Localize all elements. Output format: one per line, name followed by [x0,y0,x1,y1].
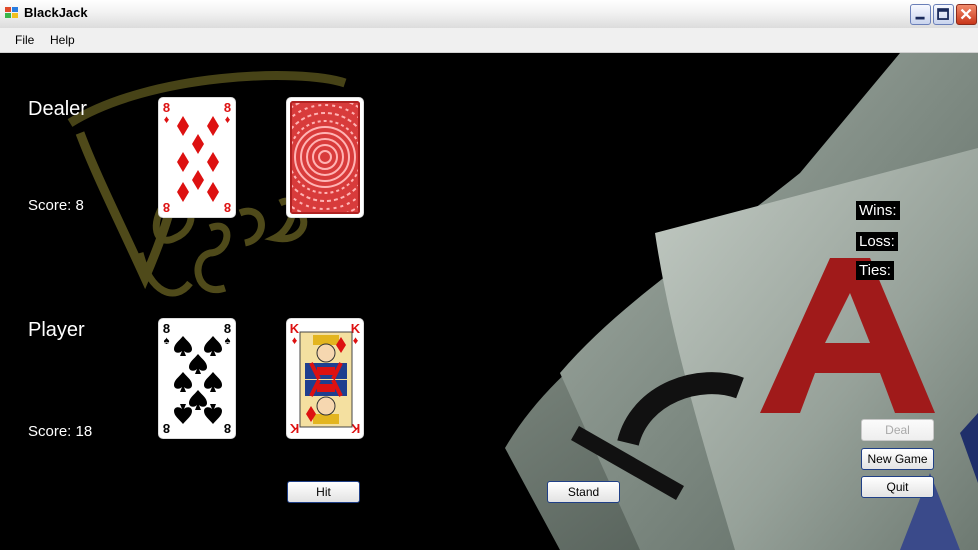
dealer-card-1: 8 ♦ 8 ♦ 8 8 [158,97,236,218]
maximize-icon [937,8,949,20]
game-table: Dealer Score: 8 Player Score: 18 8 ♦ 8 ♦… [0,53,978,550]
title-bar: BlackJack [0,0,978,29]
minimize-icon [915,16,925,20]
menu-bar: File Help [0,28,978,53]
deal-button[interactable]: Deal [861,419,934,441]
hit-button[interactable]: Hit [287,481,360,503]
card-back-pattern [290,101,360,214]
window-title: BlackJack [24,5,88,20]
dealer-score: Score: 8 [28,197,84,214]
table-background [67,53,978,550]
new-game-button[interactable]: New Game [861,448,934,470]
diamond-pips [177,116,219,202]
player-label: Player [28,319,85,341]
close-icon [960,8,972,20]
player-score: Score: 18 [28,423,93,440]
dealer-label: Dealer [28,98,87,120]
app-icon [5,7,19,19]
stand-button[interactable]: Stand [547,481,620,503]
quit-button[interactable]: Quit [861,476,934,498]
minimize-button[interactable] [910,4,931,25]
menu-help[interactable]: Help [50,33,75,47]
loss-label: Loss: [856,232,898,251]
player-card-2: K ♦ K ♦ K K [286,318,364,439]
dealer-card-2-face-down [286,97,364,218]
ties-label: Ties: [856,261,894,280]
close-button[interactable] [956,4,977,25]
spade-pips [174,336,222,424]
player-card-1: 8 ♠ 8 ♠ 8 8 [158,318,236,439]
maximize-button[interactable] [933,4,954,25]
king-face-illustration [299,331,353,428]
menu-file[interactable]: File [15,33,34,47]
wins-label: Wins: [856,201,900,220]
